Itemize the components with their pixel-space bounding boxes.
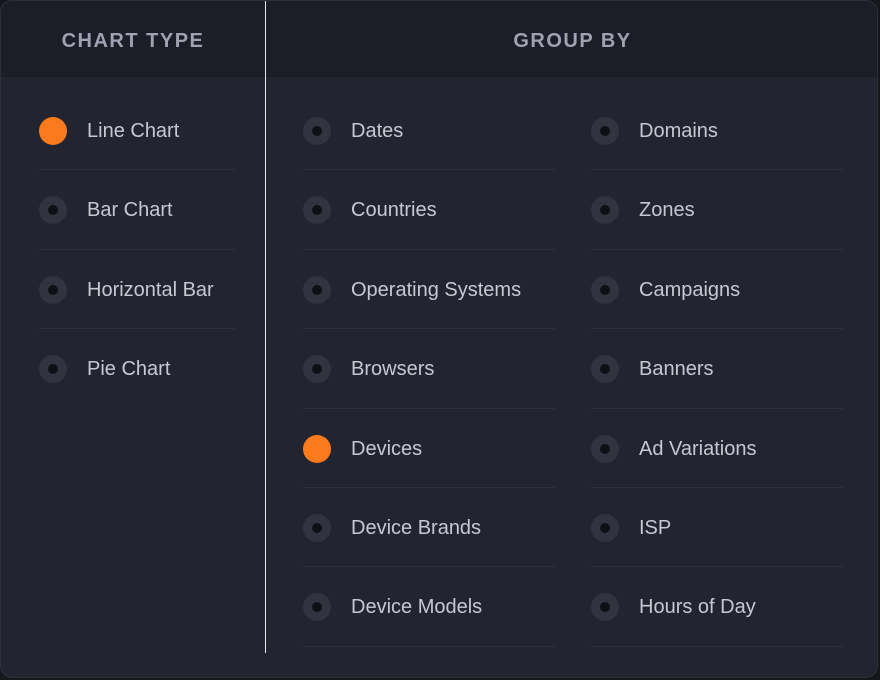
radio-checked-icon[interactable]: [39, 117, 67, 145]
group-by-option-ad-variations[interactable]: Ad Variations: [591, 409, 843, 488]
radio-checked-icon[interactable]: [303, 434, 331, 463]
group-by-option-zones[interactable]: Zones: [591, 170, 843, 250]
radio-icon[interactable]: [303, 275, 331, 304]
group-by-options-column-2: Domains Zones Campaigns Banners Ad Varia…: [591, 91, 843, 647]
group-by-option-devices[interactable]: Devices: [303, 409, 555, 488]
option-label: Pie Chart: [87, 358, 171, 381]
group-by-option-isp[interactable]: ISP: [591, 488, 843, 568]
radio-icon[interactable]: [591, 275, 619, 304]
option-label: Ad Variations: [639, 437, 757, 460]
group-by-option-campaigns[interactable]: Campaigns: [591, 250, 843, 330]
option-label: Dates: [351, 120, 404, 142]
radio-icon[interactable]: [39, 196, 67, 225]
group-by-option-domains[interactable]: Domains: [591, 91, 843, 171]
chart-type-option-bar-chart[interactable]: Bar Chart: [39, 170, 235, 250]
option-label: Banners: [639, 358, 714, 381]
group-by-option-hours-of-day[interactable]: Hours of Day: [591, 567, 843, 647]
chart-type-option-horizontal-bar[interactable]: Horizontal Bar: [39, 250, 235, 330]
option-label: Browsers: [351, 358, 435, 381]
panel-header: CHART TYPE GROUP BY: [1, 1, 877, 77]
radio-icon[interactable]: [591, 434, 619, 463]
group-by-option-operating-systems[interactable]: Operating Systems: [303, 250, 555, 330]
option-label: Countries: [351, 199, 437, 222]
chart-type-option-pie-chart[interactable]: Pie Chart: [39, 329, 235, 408]
radio-icon[interactable]: [303, 196, 331, 225]
radio-icon[interactable]: [39, 355, 67, 384]
option-label: Device Brands: [351, 516, 482, 539]
radio-icon[interactable]: [303, 513, 331, 542]
column-divider: [265, 1, 266, 653]
group-by-option-browsers[interactable]: Browsers: [303, 329, 555, 409]
option-label: Devices: [351, 437, 423, 460]
option-label: Domains: [639, 120, 718, 142]
chart-type-options: Line Chart Bar Chart Horizontal Bar Pie …: [39, 91, 235, 409]
option-label: Device Models: [351, 596, 483, 619]
option-label: Bar Chart: [87, 199, 173, 222]
group-by-option-banners[interactable]: Banners: [591, 329, 843, 409]
option-label: Campaigns: [639, 278, 741, 301]
radio-icon[interactable]: [303, 355, 331, 384]
group-by-option-device-brands[interactable]: Device Brands: [303, 488, 555, 568]
group-by-options-column-1: Dates Countries Operating Systems Browse…: [303, 91, 555, 647]
group-by-heading: GROUP BY: [513, 30, 632, 52]
radio-icon[interactable]: [39, 275, 67, 304]
radio-icon[interactable]: [303, 593, 331, 622]
option-label: Horizontal Bar: [87, 278, 214, 301]
group-by-option-device-models[interactable]: Device Models: [303, 567, 555, 647]
option-label: Zones: [639, 199, 695, 222]
option-label: Hours of Day: [639, 596, 756, 619]
option-label: ISP: [639, 516, 672, 539]
chart-type-option-line-chart[interactable]: Line Chart: [39, 91, 235, 171]
option-label: Operating Systems: [351, 278, 522, 301]
radio-icon[interactable]: [591, 196, 619, 225]
chart-settings-panel: CHART TYPE GROUP BY Line Chart Bar Chart…: [0, 0, 878, 678]
radio-icon[interactable]: [591, 117, 619, 145]
radio-icon[interactable]: [591, 355, 619, 384]
group-by-option-dates[interactable]: Dates: [303, 91, 555, 171]
radio-icon[interactable]: [591, 593, 619, 622]
option-label: Line Chart: [87, 120, 180, 142]
chart-type-heading: CHART TYPE: [61, 30, 205, 52]
radio-icon[interactable]: [591, 513, 619, 542]
radio-icon[interactable]: [303, 117, 331, 145]
group-by-option-countries[interactable]: Countries: [303, 170, 555, 250]
